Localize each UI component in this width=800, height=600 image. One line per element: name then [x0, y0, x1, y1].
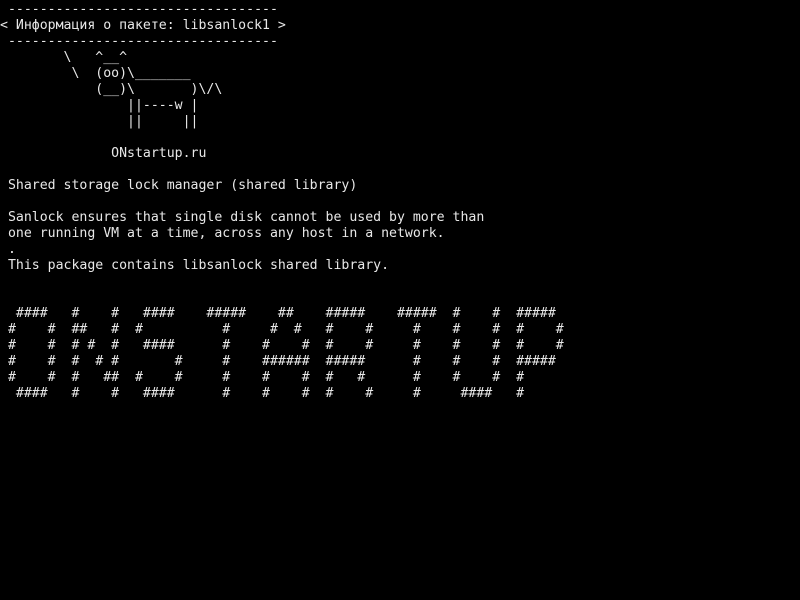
package-description-line: one running VM at a time, across any hos…: [0, 226, 445, 241]
cowsay-art-line: || ||: [0, 114, 199, 129]
package-description-line: Sanlock ensures that single disk cannot …: [0, 210, 485, 225]
speech-bubble-bottom-border: ----------------------------------: [0, 34, 278, 49]
banner-art-line: # # # ## # # # # # # # # # # #: [0, 370, 525, 385]
terminal-screen[interactable]: ---------------------------------- < Инф…: [0, 0, 800, 600]
cowsay-art-line: \ (oo)\_______: [0, 66, 191, 81]
banner-art-line: # # # # # # # ###### ##### # # # #####: [0, 354, 556, 369]
speech-bubble-title: < Информация о пакете: libsanlock1 >: [0, 18, 286, 33]
banner-art-line: #### # # #### # # # # # # #### #: [0, 386, 525, 401]
package-summary: Shared storage lock manager (shared libr…: [0, 178, 358, 193]
site-name: ONstartup.ru: [0, 146, 207, 161]
banner-art-line: #### # # #### ##### ## ##### ##### # # #…: [0, 306, 556, 321]
speech-bubble-top-border: ----------------------------------: [0, 2, 278, 17]
banner-art-line: # # ## # # # # # # # # # # # #: [0, 322, 564, 337]
package-description-line: This package contains libsanlock shared …: [0, 258, 390, 273]
banner-art-line: # # # # # #### # # # # # # # # # #: [0, 338, 564, 353]
cowsay-art-line: (__)\ )\/\: [0, 82, 223, 97]
cowsay-art-line: ||----w |: [0, 98, 199, 113]
cowsay-art-line: \ ^__^: [0, 50, 128, 65]
package-description-line: .: [0, 242, 16, 257]
